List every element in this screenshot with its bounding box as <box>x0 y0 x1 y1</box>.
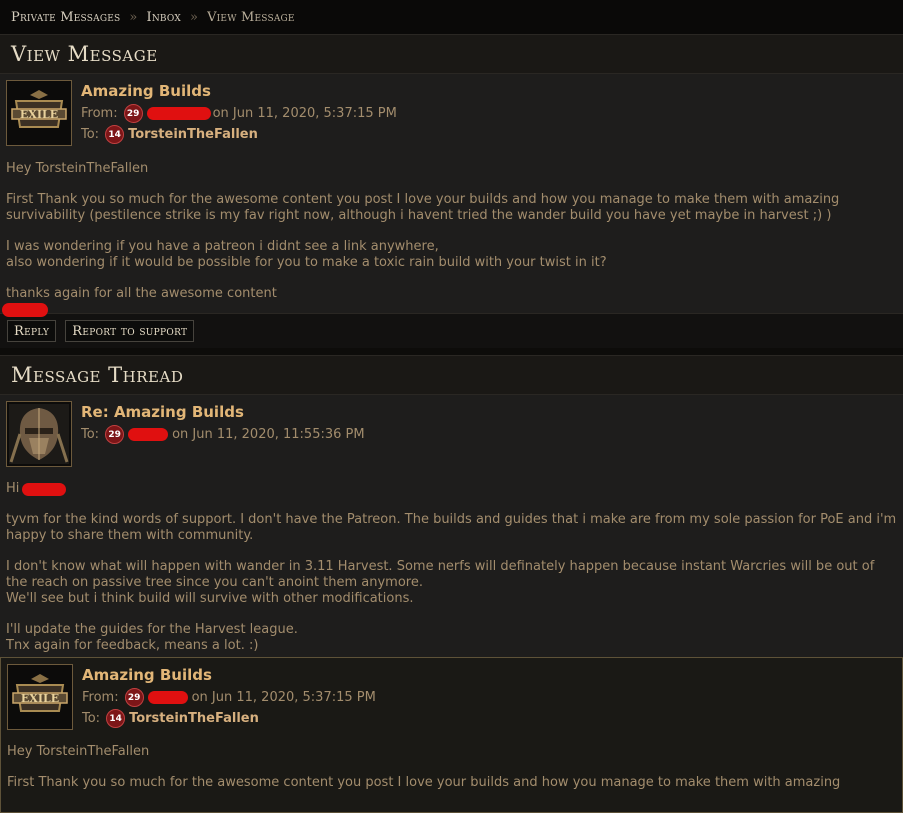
breadcrumb-separator: » <box>129 9 138 25</box>
reply-subject[interactable]: Re: Amazing Builds <box>81 403 365 421</box>
message-paragraph: First Thank you so much for the awesome … <box>7 775 841 790</box>
report-to-support-button[interactable]: Report to support <box>65 320 195 342</box>
message-thread-title: Message Thread <box>0 355 903 395</box>
redacted-greeting-name <box>22 482 67 496</box>
message-paragraph: tyvm for the kind words of support. I do… <box>6 512 897 543</box>
sender-avatar-exile-logo[interactable]: EXILE <box>6 80 72 146</box>
message-paragraph: Hi <box>6 481 897 497</box>
breadcrumb-inbox[interactable]: Inbox <box>147 10 181 25</box>
level-badge-icon: 29 <box>105 425 125 444</box>
redacted-signature <box>2 303 48 317</box>
exile-logo-icon: EXILE <box>11 90 67 128</box>
recipient-avatar-helmet[interactable] <box>6 401 72 467</box>
recipient-name[interactable]: TorsteinTheFallen <box>129 711 259 726</box>
from-label: From: <box>82 690 119 705</box>
message-paragraph: Hey TorsteinTheFallen <box>6 161 149 176</box>
message-paragraph: I was wondering if you have a patreon i … <box>6 239 607 270</box>
message-paragraph: First Thank you so much for the awesome … <box>6 192 840 223</box>
svg-text:EXILE: EXILE <box>20 108 58 121</box>
message-paragraph: I'll update the guides for the Harvest l… <box>6 622 298 653</box>
redacted-sender-name <box>146 107 211 120</box>
level-badge-icon: 14 <box>106 709 126 728</box>
to-label: To: <box>81 127 100 142</box>
message-date: on Jun 11, 2020, 5:37:15 PM <box>212 106 397 121</box>
reply-body: Hi tyvm for the kind words of support. I… <box>6 481 897 654</box>
level-badge-icon: 14 <box>105 125 125 144</box>
sender-avatar-exile-logo[interactable]: EXILE <box>7 664 73 730</box>
level-badge-icon: 29 <box>124 688 144 707</box>
message-paragraph: I don't know what will happen with wande… <box>6 559 875 606</box>
level-badge-icon: 29 <box>123 104 143 123</box>
redacted-recipient-name <box>128 428 169 441</box>
original-subject[interactable]: Amazing Builds <box>82 666 376 684</box>
redacted-sender-name <box>147 691 188 704</box>
breadcrumb-private-messages[interactable]: Private Messages <box>11 10 120 25</box>
message-body: Hey TorsteinTheFallen First Thank you so… <box>2 161 897 322</box>
breadcrumb-current: View Message <box>207 9 295 25</box>
to-label: To: <box>82 711 101 726</box>
view-message: EXILE Amazing Builds From: 29 on Jun 11,… <box>0 74 903 317</box>
reply-greeting: Hi <box>6 481 20 496</box>
helmet-avatar-icon <box>9 404 69 464</box>
message-paragraph: thanks again for all the awesome content <box>6 286 277 301</box>
message-actions: Reply Report to support <box>0 313 903 348</box>
reply-date: on Jun 11, 2020, 11:55:36 PM <box>172 427 365 442</box>
svg-text:EXILE: EXILE <box>21 692 59 705</box>
message-paragraph: Hey TorsteinTheFallen <box>7 744 150 759</box>
thread-original-message: EXILE Amazing Builds From: 29 on Jun 11,… <box>0 657 903 813</box>
message-subject[interactable]: Amazing Builds <box>81 82 397 100</box>
thread-reply-message: Re: Amazing Builds To: 29 on Jun 11, 202… <box>0 395 903 657</box>
from-label: From: <box>81 106 118 121</box>
original-body: Hey TorsteinTheFallen First Thank you so… <box>7 744 896 791</box>
breadcrumb-separator: » <box>189 9 199 25</box>
view-message-title: View Message <box>0 34 903 74</box>
exile-logo-icon: EXILE <box>12 674 68 712</box>
recipient-name[interactable]: TorsteinTheFallen <box>128 127 258 142</box>
original-date: on Jun 11, 2020, 5:37:15 PM <box>191 690 376 705</box>
reply-button[interactable]: Reply <box>7 320 57 342</box>
to-label: To: <box>81 427 100 442</box>
breadcrumb: Private Messages » Inbox » View Message <box>0 0 903 34</box>
